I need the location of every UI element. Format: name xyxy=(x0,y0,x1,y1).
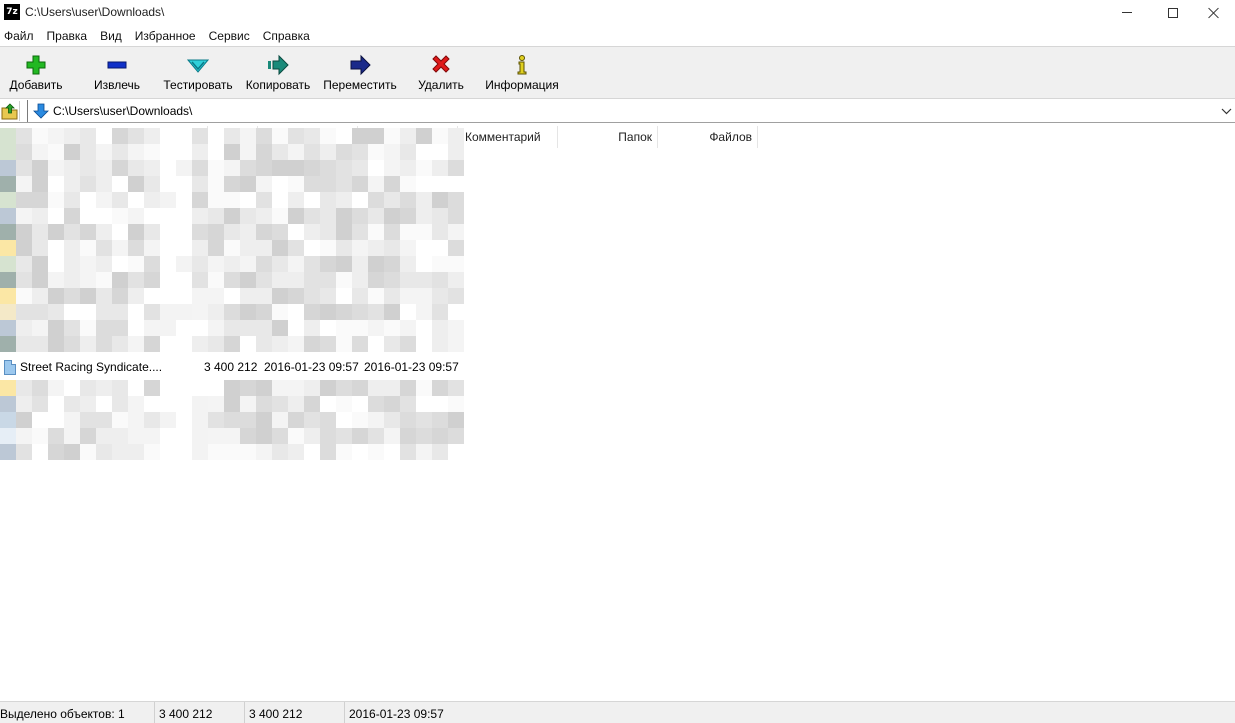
move-label: Переместить xyxy=(323,78,397,92)
file-created: 2016-01-23 09:57 xyxy=(364,360,459,374)
status-selected: Выделено объектов: 1 xyxy=(0,702,155,723)
copy-arrow-icon xyxy=(268,54,289,76)
status-packed: 3 400 212 xyxy=(245,702,345,723)
test-label: Тестировать xyxy=(163,78,233,92)
address-path: C:\Users\user\Downloads\ xyxy=(53,104,193,118)
app-7zip-icon: 7z xyxy=(4,4,20,20)
status-bar: Выделено объектов: 1 3 400 212 3 400 212… xyxy=(0,701,1235,723)
extract-label: Извлечь xyxy=(93,78,140,92)
close-button[interactable] xyxy=(1190,0,1235,25)
blurred-file-rows-lower xyxy=(0,380,464,460)
info-button[interactable]: Информация xyxy=(482,47,562,99)
status-size: 3 400 212 xyxy=(155,702,245,723)
check-down-icon xyxy=(187,59,209,73)
address-bar: C:\Users\user\Downloads\ xyxy=(0,100,1235,123)
delete-label: Удалить xyxy=(418,78,464,92)
add-label: Добавить xyxy=(9,78,63,92)
move-button[interactable]: Переместить xyxy=(321,47,399,99)
column-comment-header[interactable]: Комментарий xyxy=(458,126,558,148)
menu-file[interactable]: Файл xyxy=(0,27,45,46)
info-label: Информация xyxy=(485,78,559,92)
plus-icon xyxy=(26,55,46,75)
info-icon xyxy=(517,55,527,75)
maximize-icon xyxy=(1167,7,1178,18)
extract-button[interactable]: Извлечь xyxy=(86,47,148,99)
title-bar: 7z C:\Users\user\Downloads\ xyxy=(0,0,1235,25)
table-row[interactable]: Street Racing Syndicate.... 3 400 212 20… xyxy=(0,358,465,377)
toolbar: Добавить Извлечь Тестировать Копировать … xyxy=(0,46,1235,99)
column-folders-header[interactable]: Папок xyxy=(558,126,658,148)
folder-up-button[interactable] xyxy=(0,101,20,121)
download-arrow-icon xyxy=(33,103,49,119)
file-modified: 2016-01-23 09:57 xyxy=(264,360,359,374)
file-size: 3 400 212 xyxy=(204,360,258,374)
menu-tools[interactable]: Сервис xyxy=(207,27,261,46)
minimize-button[interactable] xyxy=(1103,0,1150,25)
file-icon xyxy=(4,360,16,375)
delete-button[interactable]: Удалить xyxy=(412,47,470,99)
menu-edit[interactable]: Правка xyxy=(45,27,99,46)
test-button[interactable]: Тестировать xyxy=(160,47,236,99)
file-name: Street Racing Syndicate.... xyxy=(20,360,163,374)
menu-favorites[interactable]: Избранное xyxy=(133,27,207,46)
minimize-icon xyxy=(1121,12,1132,13)
chevron-down-icon xyxy=(1221,108,1232,115)
window-title: C:\Users\user\Downloads\ xyxy=(25,5,165,19)
close-icon xyxy=(1208,7,1220,19)
copy-button[interactable]: Копировать xyxy=(242,47,314,99)
menu-bar: Файл Правка Вид Избранное Сервис Справка xyxy=(0,27,321,46)
menu-view[interactable]: Вид xyxy=(98,27,133,46)
address-dropdown-button[interactable] xyxy=(1218,100,1235,122)
move-arrow-icon xyxy=(350,54,371,76)
blurred-file-rows xyxy=(0,128,464,352)
address-field[interactable]: C:\Users\user\Downloads\ xyxy=(27,100,1235,122)
status-date: 2016-01-23 09:57 xyxy=(349,707,444,721)
maximize-button[interactable] xyxy=(1149,0,1196,25)
file-list[interactable]: Комментарий Папок Файлов Street Racing S… xyxy=(0,124,1235,700)
menu-help[interactable]: Справка xyxy=(261,27,321,46)
delete-x-icon xyxy=(432,55,450,73)
folder-up-icon xyxy=(1,103,18,120)
copy-label: Копировать xyxy=(245,78,311,92)
minus-icon xyxy=(107,61,127,69)
column-files-header[interactable]: Файлов xyxy=(658,126,758,148)
add-button[interactable]: Добавить xyxy=(4,47,68,99)
